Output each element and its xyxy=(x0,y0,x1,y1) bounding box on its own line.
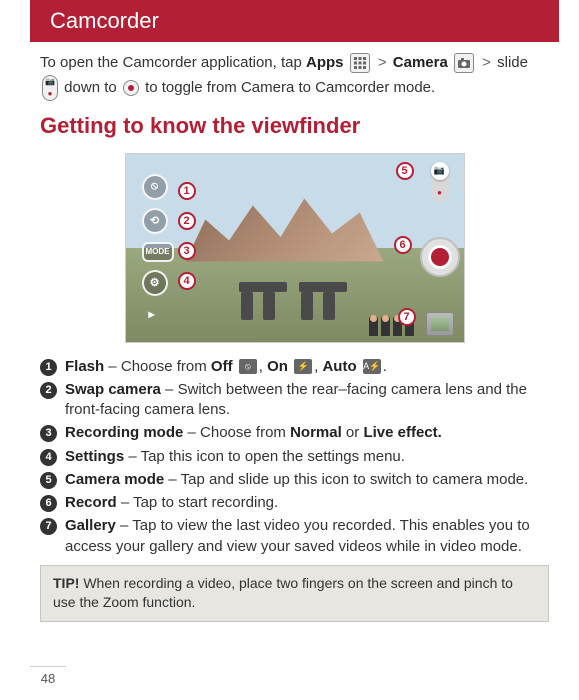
legend-desc: Camera mode – Tap and slide up this icon… xyxy=(65,470,528,490)
slider-knob-camera-icon: 📷 xyxy=(431,162,449,180)
flash-off-icon: ⦸ xyxy=(239,359,257,374)
flash-icon[interactable]: ⦸ xyxy=(142,174,168,200)
legend-num: 5 xyxy=(40,472,57,489)
swap-camera-icon[interactable]: ⟲ xyxy=(142,208,168,234)
camcorder-mode-icon xyxy=(123,80,139,96)
legend-num: 2 xyxy=(40,382,57,399)
camera-app-icon xyxy=(454,53,474,73)
apps-grid-icon xyxy=(350,53,370,73)
callout-3: 3 xyxy=(178,242,196,260)
breadcrumb-separator-2: > xyxy=(480,54,493,71)
legend-item-flash: 1 Flash – Choose from Off ⦸, On ⚡, Auto … xyxy=(40,357,549,377)
settings-gear-icon[interactable]: ⚙ xyxy=(142,270,168,296)
breadcrumb-separator: > xyxy=(376,54,389,71)
legend-title: Flash xyxy=(65,358,104,375)
viewfinder-preview: ⦸ ⟲ MODE ⚙ ▸ 📷 ● 1 2 3 4 5 6 xyxy=(125,153,465,343)
callout-1: 1 xyxy=(178,182,196,200)
callout-4: 4 xyxy=(178,272,196,290)
legend-item-settings: 4 Settings – Tap this icon to open the s… xyxy=(40,447,549,467)
legend-desc: Flash – Choose from Off ⦸, On ⚡, Auto A⚡… xyxy=(65,357,387,377)
legend-desc: Gallery – Tap to view the last video you… xyxy=(65,516,549,557)
recording-mode-icon[interactable]: MODE xyxy=(142,242,174,262)
mountain-backdrop xyxy=(186,192,384,262)
legend-num: 1 xyxy=(40,359,57,376)
tip-text: When recording a video, place two finger… xyxy=(53,575,513,611)
page-number: 48 xyxy=(30,666,66,686)
callout-5: 5 xyxy=(396,162,414,180)
expand-arrow-icon[interactable]: ▸ xyxy=(142,304,162,324)
header-title: Camcorder xyxy=(50,8,159,33)
slider-camera-icon: 📷● xyxy=(42,75,58,101)
record-button[interactable] xyxy=(420,237,460,277)
callout-7: 7 xyxy=(398,308,416,326)
apps-label: Apps xyxy=(306,54,344,71)
page-header: Camcorder xyxy=(30,0,559,42)
legend-num: 4 xyxy=(40,449,57,466)
legend-item-gallery: 7 Gallery – Tap to view the last video y… xyxy=(40,516,549,557)
legend-item-cameramode: 5 Camera mode – Tap and slide up this ic… xyxy=(40,470,549,490)
tip-label: TIP! xyxy=(53,575,79,591)
legend-desc: Settings – Tap this icon to open the set… xyxy=(65,447,405,467)
section-title: Getting to know the viewfinder xyxy=(40,113,549,139)
legend-num: 3 xyxy=(40,425,57,442)
legend-desc: Record – Tap to start recording. xyxy=(65,493,278,513)
slider-video-icon: ● xyxy=(433,186,447,200)
mode-slider[interactable]: 📷 ● xyxy=(431,162,449,202)
intro-tail: to toggle from Camera to Camcorder mode. xyxy=(145,78,435,95)
left-control-column: ⦸ ⟲ MODE ⚙ ▸ xyxy=(142,174,174,324)
flash-auto-icon: A⚡ xyxy=(363,359,381,374)
callout-2: 2 xyxy=(178,212,196,230)
intro-paragraph: To open the Camcorder application, tap A… xyxy=(40,52,549,101)
legend-num: 7 xyxy=(40,518,57,535)
legend-desc: Swap camera – Switch between the rear–fa… xyxy=(65,380,549,421)
flash-on-icon: ⚡ xyxy=(294,359,312,374)
right-control-column: 📷 ● xyxy=(422,160,458,336)
camera-label: Camera xyxy=(393,54,448,71)
record-dot-icon xyxy=(431,248,449,266)
legend-item-record: 6 Record – Tap to start recording. xyxy=(40,493,549,513)
tip-box: TIP! When recording a video, place two f… xyxy=(40,565,549,622)
intro-prefix: To open the Camcorder application, tap xyxy=(40,54,306,71)
stone-formation xyxy=(241,278,381,320)
gallery-thumbnail[interactable] xyxy=(426,312,454,336)
page-content: To open the Camcorder application, tap A… xyxy=(0,52,579,622)
legend-item-recmode: 3 Recording mode – Choose from Normal or… xyxy=(40,423,549,443)
intro-suffix: down to xyxy=(64,78,121,95)
legend-desc: Recording mode – Choose from Normal or L… xyxy=(65,423,442,443)
legend-list: 1 Flash – Choose from Off ⦸, On ⚡, Auto … xyxy=(40,357,549,557)
viewfinder-figure: ⦸ ⟲ MODE ⚙ ▸ 📷 ● 1 2 3 4 5 6 xyxy=(40,153,549,347)
legend-item-swap: 2 Swap camera – Switch between the rear–… xyxy=(40,380,549,421)
legend-num: 6 xyxy=(40,495,57,512)
callout-6: 6 xyxy=(394,236,412,254)
